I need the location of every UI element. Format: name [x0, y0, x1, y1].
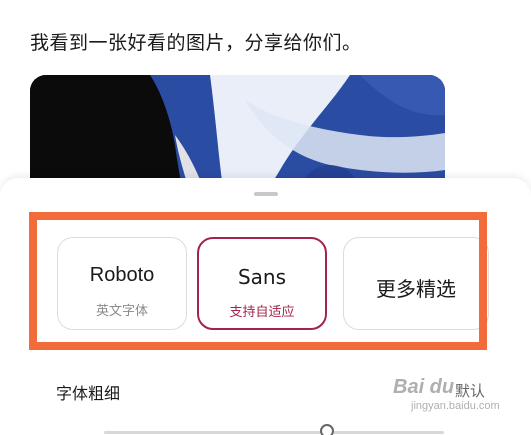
font-option-subtitle: 英文字体: [95, 304, 148, 319]
font-weight-slider-thumb[interactable]: [320, 424, 334, 435]
font-option-roboto[interactable]: Roboto 英文字体: [57, 237, 187, 330]
sheet-drag-handle[interactable]: [254, 192, 278, 196]
font-option-name: 更多精选: [376, 277, 456, 301]
font-option-subtitle: 支持自适应: [229, 305, 295, 320]
font-option-more[interactable]: 更多精选: [343, 237, 489, 330]
baidu-watermark: Bai du jingyan.baidu.com: [393, 376, 511, 426]
chat-page: 我看到一张好看的图片，分享给你们。 Roboto 英文字体 Sans 支持自适应…: [0, 0, 531, 435]
font-option-sans[interactable]: Sans 支持自适应: [197, 237, 327, 330]
font-weight-label: 字体粗细: [56, 384, 121, 403]
watermark-url: jingyan.baidu.com: [411, 400, 500, 412]
font-option-name: Roboto: [89, 264, 155, 286]
watermark-logo: Bai du: [393, 376, 455, 398]
message-text: 我看到一张好看的图片，分享给你们。: [30, 32, 362, 54]
font-option-name: Sans: [237, 265, 287, 289]
font-weight-slider-track[interactable]: [104, 431, 444, 434]
